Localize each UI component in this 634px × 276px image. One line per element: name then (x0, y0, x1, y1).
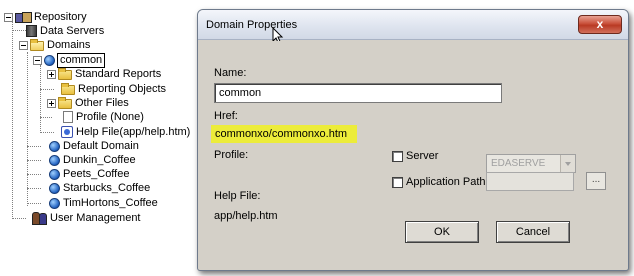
tree-node-repository[interactable]: Repository (4, 10, 88, 24)
expand-toggle[interactable] (47, 98, 56, 108)
folder-icon (58, 96, 72, 109)
folder-open-icon (30, 38, 44, 51)
repository-icon (15, 11, 32, 23)
folder-icon (58, 67, 72, 80)
server-icon (26, 25, 37, 37)
name-label: Name: (214, 67, 247, 79)
cancel-button[interactable]: Cancel (496, 221, 570, 243)
tree-connector (40, 132, 54, 133)
tree-connector (40, 65, 41, 133)
globe-icon (49, 182, 60, 194)
name-field[interactable]: common (214, 83, 502, 103)
users-icon (31, 212, 47, 225)
tree-node-label: Standard Reports (75, 67, 162, 80)
tree-connector (27, 146, 41, 147)
folder-icon (61, 82, 75, 95)
tree-node-label: TimHortons_Coffee (63, 196, 158, 209)
globe-icon (44, 54, 55, 66)
tree-node-user-management[interactable]: User Management (31, 211, 142, 225)
application-path-checkbox[interactable] (392, 177, 403, 188)
tree-node-label: Help File(app/help.htm) (76, 125, 191, 138)
ok-button[interactable]: OK (405, 221, 479, 243)
tree-node-label: Profile (None) (76, 110, 144, 123)
collapse-toggle[interactable] (4, 12, 13, 22)
tree-node-label: Default Domain (63, 139, 139, 152)
close-button[interactable]: x (578, 15, 622, 34)
browse-button[interactable]: ... (586, 172, 606, 190)
tree-node-peets-coffee[interactable]: Peets_Coffee (49, 167, 130, 181)
application-path-field[interactable] (486, 172, 574, 191)
help-file-value: app/help.htm (214, 210, 278, 222)
tree-node-label: Reporting Objects (78, 82, 167, 95)
tree-connector (12, 218, 26, 219)
tree-node-label: Other Files (75, 96, 129, 109)
tree-node-label: common (57, 52, 106, 68)
globe-icon (49, 197, 60, 209)
tree-node-reporting-objects[interactable]: Reporting Objects (61, 82, 167, 96)
tree-node-data-servers[interactable]: Data Servers (26, 24, 105, 38)
server-select-value: EDASERVE (491, 158, 546, 169)
tree-node-label: User Management (50, 211, 141, 224)
expand-toggle[interactable] (47, 69, 56, 79)
chevron-down-icon[interactable] (560, 155, 575, 172)
tree-node-label: Dunkin_Coffee (63, 153, 136, 166)
tree-connector (27, 203, 41, 204)
tree-node-label: Starbucks_Coffee (63, 181, 151, 194)
tree-node-label: Domains (47, 38, 91, 51)
tree-connector (27, 174, 41, 175)
tree-connector (27, 188, 41, 189)
document-icon (63, 111, 73, 123)
tree-node-profile[interactable]: Profile (None) (63, 110, 145, 124)
application-path-label: Application Path (406, 176, 486, 188)
href-label: Href: (214, 110, 238, 122)
tree-connector (27, 160, 41, 161)
tree-connector (27, 52, 28, 206)
server-checkbox[interactable] (392, 151, 403, 162)
tree-node-default-domain[interactable]: Default Domain (49, 139, 140, 153)
dialog-body: Name: common Href: commonxo/commonxo.htm… (205, 41, 621, 263)
tree-node-timhortons-coffee[interactable]: TimHortons_Coffee (49, 196, 159, 210)
collapse-toggle[interactable] (33, 55, 42, 65)
globe-icon (49, 154, 60, 166)
href-value: commonxo/commonxo.htm (211, 125, 357, 143)
tree-node-help-file[interactable]: Help File(app/help.htm) (61, 125, 191, 139)
tree-node-other-files[interactable]: Other Files (47, 96, 130, 110)
server-select[interactable]: EDASERVE (486, 154, 576, 173)
globe-icon (49, 168, 60, 180)
server-label: Server (406, 150, 439, 162)
repository-tree: Repository Data Servers Domains common S… (0, 0, 200, 276)
tree-node-common[interactable]: common (33, 52, 106, 68)
profile-label: Profile: (214, 149, 249, 161)
help-file-icon (61, 126, 73, 138)
tree-node-starbucks-coffee[interactable]: Starbucks_Coffee (49, 181, 151, 195)
tree-connector (12, 30, 26, 31)
tree-connector (40, 117, 52, 118)
globe-icon (49, 140, 60, 152)
help-file-label: Help File: (214, 190, 261, 202)
tree-node-label: Peets_Coffee (63, 167, 130, 180)
tree-node-domains[interactable]: Domains (19, 38, 91, 52)
close-icon: x (596, 17, 604, 31)
tree-node-label: Data Servers (40, 24, 105, 37)
tree-connector (40, 89, 54, 90)
collapse-toggle[interactable] (19, 40, 28, 50)
tree-node-label: Repository (34, 10, 87, 23)
tree-node-standard-reports[interactable]: Standard Reports (47, 67, 162, 81)
tree-connector (12, 17, 13, 219)
domain-properties-dialog: Domain Properties x Name: common Href: c… (197, 9, 629, 271)
dialog-title-bar[interactable]: Domain Properties x (198, 10, 628, 40)
tree-node-dunkin-coffee[interactable]: Dunkin_Coffee (49, 153, 137, 167)
